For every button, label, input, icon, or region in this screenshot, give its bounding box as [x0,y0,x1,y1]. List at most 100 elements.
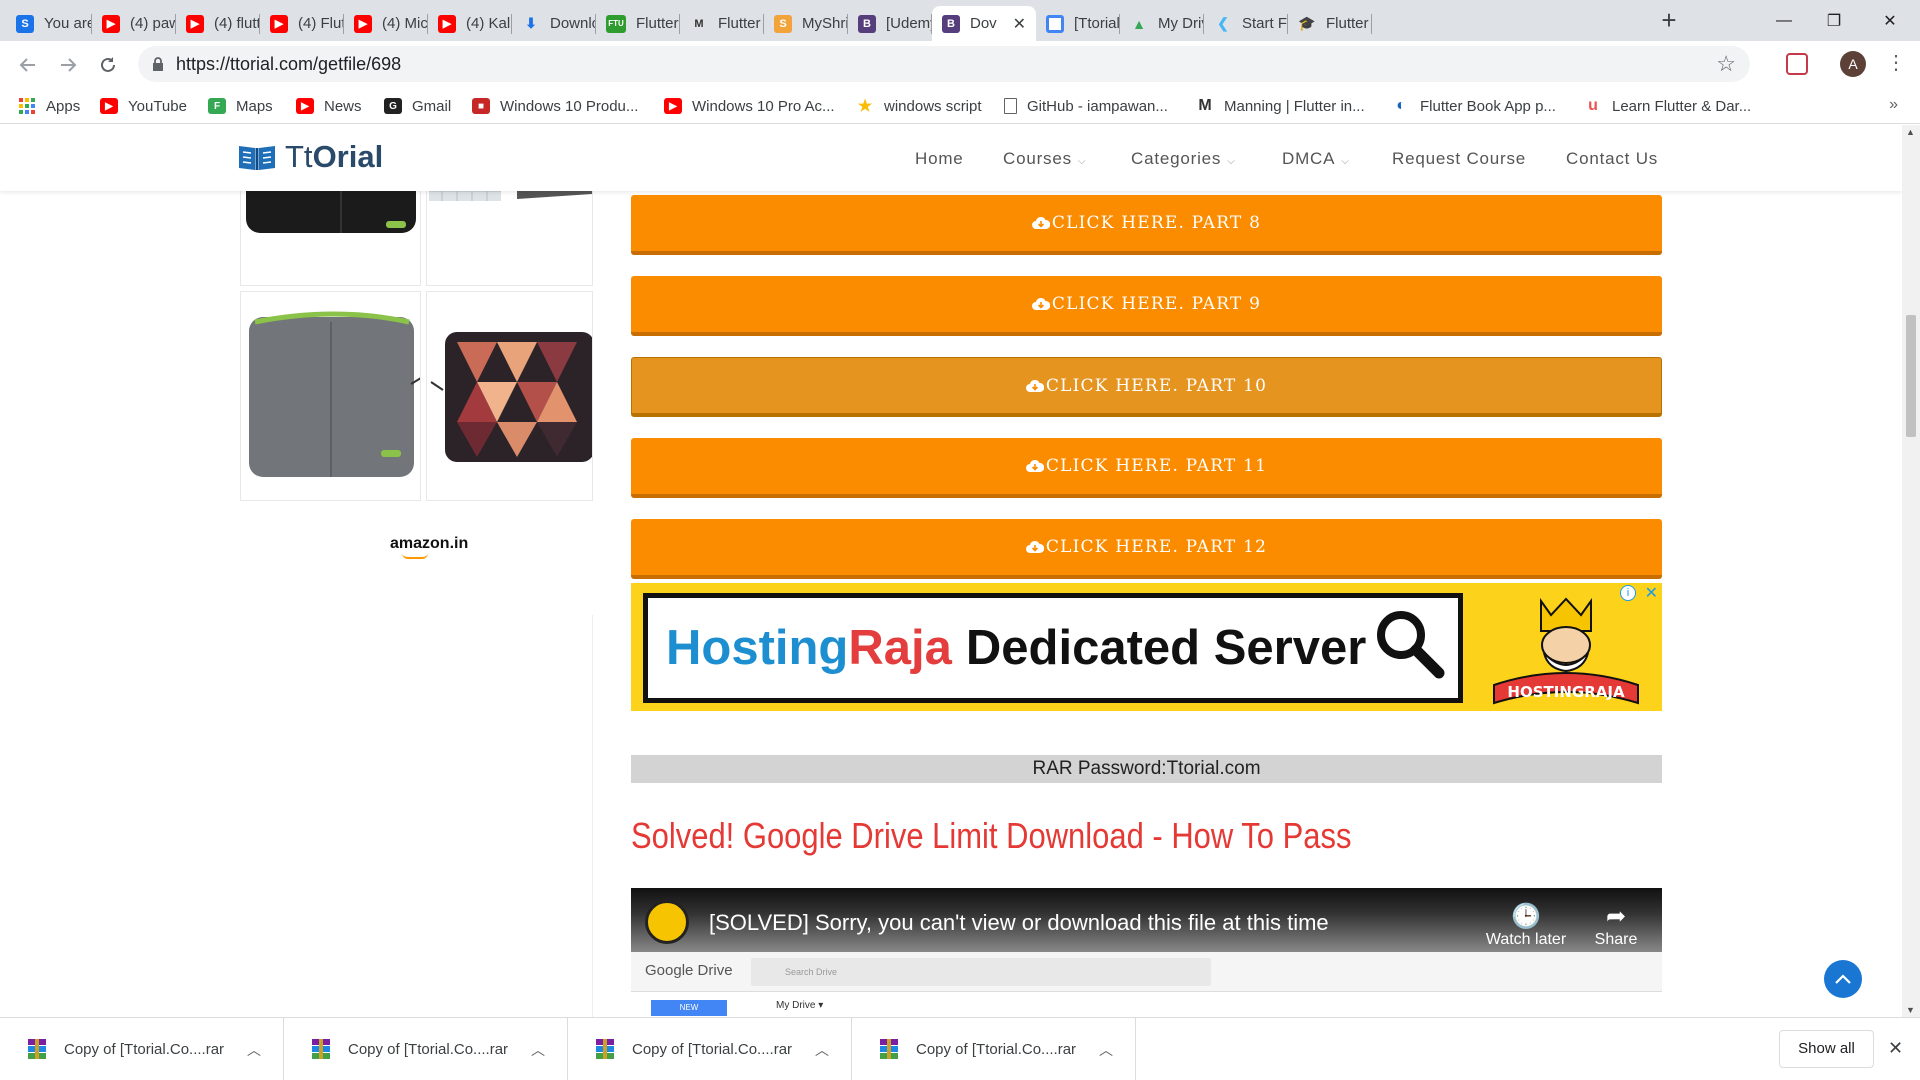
download-part-12-button[interactable]: CLICK HERE. PART 12 [631,519,1662,579]
tab-title: Flutter I [1326,15,1372,32]
tab-13[interactable]: [Ttorial. [1036,6,1120,41]
forward-arrow-icon [61,58,77,72]
tab-8[interactable]: FTU Flutter & [596,6,680,41]
bookmark-gmail[interactable]: G Gmail [384,95,451,117]
watch-later-label: Watch later [1485,931,1567,948]
profile-avatar[interactable]: A [1840,51,1866,77]
download-part-10-button[interactable]: CLICK HERE. PART 10 [631,357,1662,417]
scrollbar-thumb[interactable] [1906,315,1916,437]
bookmark-learn-flutter-dar[interactable]: u Learn Flutter & Dar... [1584,95,1751,117]
hostingraja-ad-banner[interactable]: Hosting Raja Dedicated Server i ✕ HOSTINGR… [631,583,1662,711]
tab-11[interactable]: B [Udemy [848,6,932,41]
bookmark-maps[interactable]: F Maps [208,95,273,117]
bookmark-apps[interactable]: Apps [18,95,80,117]
tab-6[interactable]: ▶ (4) Kali [428,6,512,41]
site-header: Tt Orial Home Courses ⌵ Categories ⌵ DMCA ⌵ Requ… [0,125,1902,191]
g-icon: G [384,98,402,114]
bookmark-youtube[interactable]: ▶ YouTube [100,95,187,117]
bookmark-flutter-book-app-p[interactable]: ◐ Flutter Book App p... [1392,95,1556,117]
nav-home[interactable]: Home [915,149,964,169]
downloaded-file-2[interactable]: Copy of [Ttorial.Co....rar ︿ [284,1018,568,1080]
tab-14[interactable]: ▲ My Driv [1120,6,1204,41]
download-part-11-button[interactable]: CLICK HERE. PART 11 [631,438,1662,498]
doc-icon [1046,14,1064,33]
tab-3[interactable]: ▶ (4) flutt [176,6,260,41]
nav-dmca[interactable]: DMCA ⌵ [1282,149,1350,169]
bookmark-label: News [324,97,362,115]
download-button-label: CLICK HERE. PART 11 [1045,456,1268,476]
downloaded-file-1[interactable]: Copy of [Ttorial.Co....rar ︿ [0,1018,284,1080]
video-title[interactable]: [SOLVED] Sorry, you can't view or downlo… [709,910,1329,936]
nav-request-course[interactable]: Request Course [1392,149,1526,169]
close-shelf-icon[interactable]: ✕ [1888,1038,1903,1059]
chrome-menu-icon[interactable]: ⋮ [1886,53,1906,73]
tab-9[interactable]: M Flutter & [680,6,764,41]
bookmark-windows-10-produ[interactable]: ■ Windows 10 Produ... [472,95,638,117]
restore-button[interactable]: ❐ [1806,0,1862,41]
address-bar[interactable]: https://ttorial.com/getfile/698 ☆ [138,46,1750,82]
tab-1[interactable]: S You are [6,6,92,41]
chevron-up-icon[interactable]: ︿ [531,1040,545,1060]
tab-title: [Udemy [886,15,932,32]
bookmark-manning-flutter-in[interactable]: M Manning | Flutter in... [1196,95,1364,117]
winrar-archive-icon [880,1039,898,1059]
nav-categories[interactable]: Categories ⌵ [1131,149,1236,169]
product-laptop-sleeve-triangles[interactable] [426,291,593,501]
cloud-download-icon [1025,459,1044,472]
download-part-9-button[interactable]: CLICK HERE. PART 9 [631,276,1662,336]
b-icon: B [858,14,876,33]
chevron-up-icon[interactable]: ︿ [1099,1040,1113,1060]
embedded-youtube-video[interactable]: Google Drive Search Drive NEW My Drive ▾… [631,888,1662,1017]
bookmark-label: Maps [236,97,273,115]
share-button[interactable]: ➦ Share [1581,902,1651,949]
youtube-icon: ▶ [664,98,682,114]
page-icon [1004,98,1017,114]
page-scrollbar[interactable]: ▲ ▼ [1902,125,1920,1017]
show-all-downloads-button[interactable]: Show all [1779,1030,1874,1068]
drive-my-drive-label: My Drive ▾ [776,1000,824,1011]
tab-15[interactable]: ❮ Start Flu [1204,6,1288,41]
new-tab-button[interactable]: + [1654,6,1684,36]
tab-5[interactable]: ▶ (4) Micr [344,6,428,41]
tab-12[interactable]: B Dov ✕ [932,6,1036,41]
close-tab-icon[interactable]: ✕ [1013,14,1026,34]
channel-avatar[interactable] [645,900,689,944]
scroll-up-arrow-icon[interactable]: ▲ [1906,127,1915,137]
tab-10[interactable]: S MyShrin [764,6,848,41]
download-part-8-button[interactable]: CLICK HERE. PART 8 [631,195,1662,255]
bookmark-label: Flutter Book App p... [1420,97,1556,115]
bookmark-star-icon[interactable]: ☆ [1716,51,1736,77]
scroll-down-arrow-icon[interactable]: ▼ [1906,1005,1915,1015]
amazon-logo[interactable]: amazon.in [390,535,468,559]
chevron-up-icon[interactable]: ︿ [815,1040,829,1060]
bookmarks-overflow-icon[interactable]: » [1889,96,1898,114]
watch-later-button[interactable]: 🕒 Watch later [1476,902,1576,949]
nav-contact-us[interactable]: Contact Us [1566,149,1658,169]
logo-text-bold: Orial [312,139,384,174]
ad-close-icon[interactable]: ✕ [1645,583,1658,603]
bookmark-windows-10-pro-ac[interactable]: ▶ Windows 10 Pro Ac... [664,95,835,117]
bookmark-news[interactable]: ▶ News [296,95,362,117]
back-button[interactable] [12,49,44,81]
tab-2[interactable]: ▶ (4) paw [92,6,176,41]
pocket-extension-icon[interactable] [1786,53,1808,75]
close-window-button[interactable]: ✕ [1862,0,1918,41]
article-title[interactable]: Solved! Google Drive Limit Download - Ho… [631,815,1351,857]
product-laptop-sleeve-grey[interactable] [240,291,421,501]
reload-button[interactable] [92,49,124,81]
forward-button[interactable] [52,49,84,81]
bookmark-github-iampawan[interactable]: GitHub - iampawan... [1004,95,1168,117]
tab-16[interactable]: 🎓 Flutter I [1288,6,1372,41]
ad-mascot-text: HOSTINGRAJA [1507,683,1625,701]
tab-7[interactable]: ⬇ Downlo [512,6,596,41]
nav-courses[interactable]: Courses ⌵ [1003,149,1086,169]
downloaded-file-4[interactable]: Copy of [Ttorial.Co....rar ︿ [852,1018,1136,1080]
minimize-button[interactable]: ― [1756,0,1812,41]
tab-4[interactable]: ▶ (4) Flutt [260,6,344,41]
bookmark-windows-script[interactable]: ★ windows script [856,95,982,117]
scroll-to-top-button[interactable] [1824,960,1862,998]
ttorial-logo[interactable]: Tt Orial [237,139,383,175]
chevron-up-icon[interactable]: ︿ [247,1040,261,1060]
downloaded-file-3[interactable]: Copy of [Ttorial.Co....rar ︿ [568,1018,852,1080]
king-mascot-icon: HOSTINGRAJA [1493,597,1639,705]
